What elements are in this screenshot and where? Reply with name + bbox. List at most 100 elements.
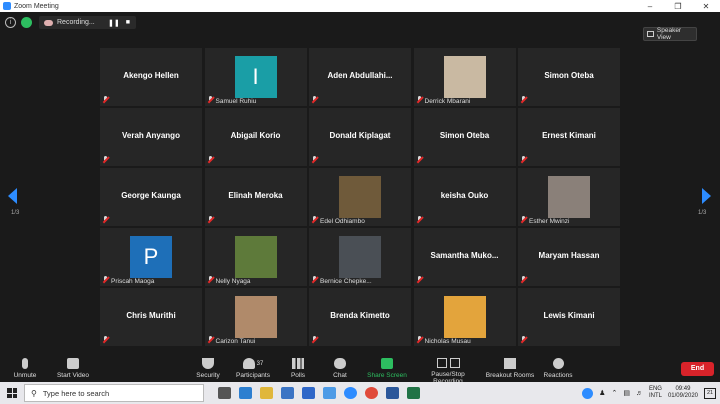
page-indicator-right: 1/3 bbox=[698, 210, 707, 216]
search-icon: ⚲ bbox=[31, 388, 37, 398]
edge-icon[interactable] bbox=[239, 387, 252, 399]
word-icon[interactable] bbox=[386, 387, 399, 399]
participant-tile[interactable]: Maryam Hassan bbox=[518, 228, 620, 286]
notification-center-icon[interactable]: 21 bbox=[704, 387, 716, 399]
end-meeting-button[interactable]: End bbox=[681, 362, 714, 376]
participant-tile[interactable]: Brenda Kimetto bbox=[309, 288, 411, 346]
participant-tile[interactable]: Verah Anyango bbox=[100, 108, 202, 166]
pause-recording-icon[interactable]: ❚❚ bbox=[108, 19, 120, 27]
file-explorer-icon[interactable] bbox=[260, 387, 273, 399]
microphone-muted-icon bbox=[22, 358, 28, 369]
zoom-logo-icon bbox=[3, 2, 11, 10]
participant-tile[interactable]: Derrick Mbarani bbox=[413, 48, 516, 106]
mic-muted-icon bbox=[208, 336, 213, 343]
close-button[interactable]: ✕ bbox=[692, 2, 720, 11]
participant-tile[interactable]: I Samuel Ruhiu bbox=[204, 48, 307, 106]
participant-name: Chris Murithi bbox=[126, 311, 176, 320]
participant-name: Donald Kiplagat bbox=[329, 131, 391, 140]
mic-muted-icon bbox=[417, 216, 422, 223]
store-icon[interactable] bbox=[302, 387, 315, 399]
participant-name: Brenda Kimetto bbox=[330, 311, 390, 320]
participant-name: Lewis Kimani bbox=[543, 311, 595, 320]
taskbar-search-box[interactable]: ⚲ Type here to search bbox=[24, 384, 204, 402]
maximize-button[interactable]: ❐ bbox=[664, 2, 692, 11]
participant-tile[interactable]: Donald Kiplagat bbox=[309, 108, 411, 166]
browser-icon[interactable] bbox=[344, 387, 357, 399]
share-screen-button[interactable]: Share Screen bbox=[357, 356, 417, 379]
mic-muted-icon bbox=[208, 156, 213, 163]
mic-muted-icon bbox=[312, 336, 317, 343]
mail-icon[interactable] bbox=[281, 387, 294, 399]
participant-tile[interactable]: keisha Ouko bbox=[413, 168, 516, 226]
stop-recording-icon[interactable]: ■ bbox=[126, 19, 130, 27]
participant-tile[interactable]: Chris Murithi bbox=[100, 288, 202, 346]
participant-tile[interactable]: Elinah Meroka bbox=[204, 168, 307, 226]
mic-muted-icon bbox=[103, 216, 108, 223]
clock[interactable]: 09:49 01/09/2020 bbox=[668, 386, 698, 400]
previous-page-arrow-icon[interactable] bbox=[8, 188, 17, 204]
participant-tile[interactable]: George Kaunga bbox=[100, 168, 202, 226]
participant-tile[interactable]: Nelly Nyaga bbox=[204, 228, 307, 286]
reactions-button[interactable]: Reactions bbox=[528, 356, 588, 379]
participant-tile[interactable]: Carizon Tanui bbox=[204, 288, 307, 346]
zoom-taskbar-icon[interactable] bbox=[323, 387, 336, 399]
participant-tile[interactable]: Simon Oteba bbox=[413, 108, 516, 166]
participant-name: Ernest Kimani bbox=[542, 131, 596, 140]
participant-tile[interactable]: Aden Abdullahi... bbox=[309, 48, 411, 106]
windows-taskbar: ⚲ Type here to search ♟ ⌃ ▤ ♬ ENG INTL 0… bbox=[0, 382, 720, 404]
participant-name: Elinah Meroka bbox=[228, 191, 283, 200]
participant-tile[interactable]: Akengo Hellen bbox=[100, 48, 202, 106]
info-icon[interactable]: i bbox=[5, 17, 16, 28]
speaker-view-button[interactable]: Speaker View bbox=[643, 27, 697, 41]
participant-photo bbox=[339, 176, 381, 218]
tray-app-icon[interactable] bbox=[582, 387, 594, 399]
participant-tile[interactable]: Simon Oteba bbox=[518, 48, 620, 106]
network-icon[interactable]: ▤ bbox=[623, 389, 630, 397]
participant-name: George Kaunga bbox=[121, 191, 181, 200]
bar-chart-icon bbox=[292, 358, 304, 369]
mic-muted-icon bbox=[521, 156, 526, 163]
participant-tile[interactable]: Ernest Kimani bbox=[518, 108, 620, 166]
grid-icon bbox=[647, 31, 654, 37]
minimize-button[interactable]: – bbox=[636, 2, 664, 11]
chrome-icon[interactable] bbox=[365, 387, 378, 399]
participant-name-label: Nelly Nyaga bbox=[215, 278, 251, 285]
shield-icon[interactable] bbox=[21, 17, 32, 28]
people-tray-icon[interactable]: ♟ bbox=[599, 389, 605, 397]
camera-off-icon bbox=[67, 358, 79, 369]
mic-muted-icon bbox=[103, 276, 108, 283]
participant-tile[interactable]: Bernice Chepke... bbox=[309, 228, 411, 286]
windows-logo-icon bbox=[7, 388, 17, 398]
participant-name: keisha Ouko bbox=[440, 191, 489, 200]
mic-muted-icon bbox=[417, 276, 422, 283]
participant-tile[interactable]: Esther Mwinzi bbox=[518, 168, 620, 226]
participant-name-label: Priscah Maoga bbox=[111, 278, 155, 285]
mic-muted-icon bbox=[208, 216, 213, 223]
start-video-button[interactable]: Start Video bbox=[43, 356, 103, 379]
participant-avatar: I bbox=[234, 56, 277, 98]
participant-tile[interactable]: Abigail Korio bbox=[204, 108, 307, 166]
mic-muted-icon bbox=[103, 156, 108, 163]
volume-icon[interactable]: ♬ bbox=[636, 390, 643, 397]
show-hidden-icons-icon[interactable]: ⌃ bbox=[611, 389, 617, 397]
excel-icon[interactable] bbox=[407, 387, 420, 399]
participant-tile[interactable]: Nicholas Musau bbox=[413, 288, 516, 346]
mic-muted-icon bbox=[521, 276, 526, 283]
pause-stop-recording-button[interactable]: Pause/Stop Recording bbox=[418, 356, 478, 385]
pause-icon bbox=[436, 358, 447, 368]
next-page-arrow-icon[interactable] bbox=[702, 188, 711, 204]
start-button[interactable] bbox=[0, 382, 24, 404]
window-title: Zoom Meeting bbox=[14, 2, 59, 10]
participant-photo bbox=[339, 236, 381, 278]
participant-tile[interactable]: Edel Odhiambo bbox=[309, 168, 411, 226]
participant-photo bbox=[548, 176, 590, 218]
participant-tile[interactable]: Lewis Kimani bbox=[518, 288, 620, 346]
mic-muted-icon bbox=[208, 96, 213, 103]
task-view-icon[interactable] bbox=[218, 387, 231, 399]
participant-tile[interactable]: P Priscah Maoga bbox=[100, 228, 202, 286]
stop-icon bbox=[449, 358, 460, 368]
people-icon bbox=[242, 358, 255, 369]
participant-name: Aden Abdullahi... bbox=[327, 71, 393, 80]
language-indicator[interactable]: ENG INTL bbox=[649, 386, 662, 400]
participant-tile[interactable]: Samantha Muko... bbox=[413, 228, 516, 286]
